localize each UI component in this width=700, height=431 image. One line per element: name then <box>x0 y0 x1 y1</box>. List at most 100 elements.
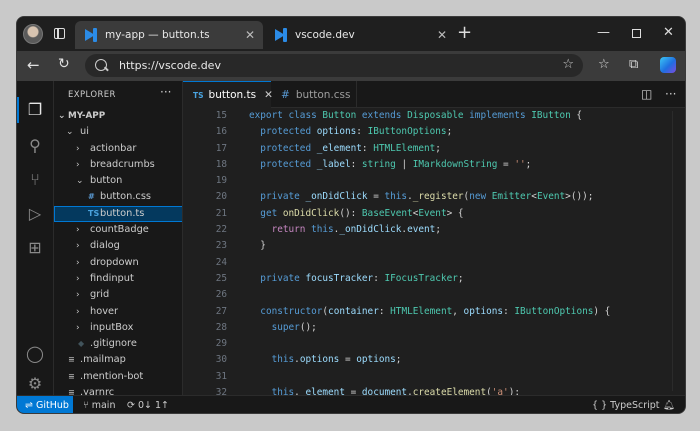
sync-indicator[interactable]: ⟳ 0↓ 1↑ <box>127 396 169 413</box>
editor-tab-button-css[interactable]: # button.css <box>271 81 357 108</box>
branch-indicator[interactable]: ⑂ main <box>83 396 115 413</box>
code-token: options <box>356 354 396 366</box>
profile-avatar[interactable] <box>23 24 43 44</box>
remote-indicator[interactable]: ⇌ GitHub <box>17 396 73 413</box>
code-token: ; <box>457 272 464 284</box>
run-debug-icon[interactable]: ▷ <box>26 205 44 223</box>
browser-tab-my-app[interactable]: my-app — button.ts ✕ <box>75 21 263 49</box>
tree-item-actionbar[interactable]: › actionbar <box>54 141 182 157</box>
explorer-files-icon[interactable]: ❐ <box>26 101 44 119</box>
back-icon[interactable]: ← <box>27 56 40 74</box>
code-line: 20 private _onDidClick = this._register(… <box>183 189 685 205</box>
line-number: 29 <box>215 338 227 350</box>
code-token: | <box>395 158 413 170</box>
address-bar[interactable]: https://vscode.dev ☆ <box>85 54 583 77</box>
tree-item-button-ts[interactable]: TS button.ts <box>54 205 182 223</box>
code-token: protected <box>260 126 317 138</box>
code-token: focusTracker <box>305 272 374 284</box>
code-line: 15 export class Button extends Disposable… <box>183 108 685 124</box>
tree-item-dialog[interactable]: › dialog <box>54 238 182 254</box>
code-token: : <box>361 142 374 154</box>
code-token: constructor <box>260 305 323 317</box>
tree-item-inputbox[interactable]: › inputBox <box>54 320 182 336</box>
tree-root[interactable]: ⌄ MY-APP <box>54 108 182 124</box>
editor-tab-button-ts[interactable]: TS button.ts ✕ <box>183 81 273 108</box>
active-indicator <box>17 97 19 123</box>
code-token: >()); <box>565 191 594 203</box>
tree-item-mention-bot[interactable]: ≡ .mention-bot <box>54 369 182 385</box>
refresh-icon[interactable]: ↻ <box>58 56 70 72</box>
notifications-bell-icon[interactable]: 🔔︎ <box>663 396 675 413</box>
more-actions-icon[interactable]: ··· <box>665 87 676 101</box>
tree-item-label: button <box>90 175 123 187</box>
code-token: options <box>463 305 504 317</box>
close-tab-icon[interactable]: ✕ <box>245 28 255 42</box>
code-token: implements <box>469 110 532 121</box>
code-token: ; <box>446 126 453 138</box>
code-line: 25 private focusTracker: IFocusTracker; <box>183 271 685 287</box>
tree-item-mailmap[interactable]: ≡ .mailmap <box>54 352 182 368</box>
split-editor-icon[interactable]: ◫ <box>641 87 652 101</box>
tree-item-yarnrc[interactable]: ≡ .yarnrc <box>54 385 182 395</box>
source-control-icon[interactable]: ⑂ <box>26 171 44 189</box>
tree-item-label: breadcrumbs <box>90 158 155 170</box>
search-icon[interactable]: ⚲ <box>26 137 44 155</box>
line-number: 31 <box>215 370 227 382</box>
tree-item-dropdown[interactable]: › dropdown <box>54 255 182 271</box>
extensions-icon[interactable]: ⧉ <box>629 57 638 72</box>
tree-item-gitignore[interactable]: ◆ .gitignore <box>54 336 182 352</box>
new-tab-icon[interactable]: + <box>457 24 472 42</box>
account-icon[interactable]: ◯ <box>26 345 44 363</box>
code-text: this._element = document.createElement('… <box>249 385 520 395</box>
code-line: 22 return this._onDidClick.event; <box>183 222 685 238</box>
tree-item-findinput[interactable]: › findinput <box>54 271 182 287</box>
code-token: Event <box>536 191 566 203</box>
code-view[interactable]: 15 export class Button extends Disposable… <box>183 108 685 395</box>
browser-tab-vscode-dev[interactable]: vscode.dev ✕ <box>265 21 455 49</box>
tree-item-hover[interactable]: › hover <box>54 304 182 320</box>
more-actions-icon[interactable]: ··· <box>160 85 171 99</box>
code-token: Emitter <box>491 191 532 203</box>
browser-tab-title: vscode.dev <box>295 29 355 41</box>
line-number: 15 <box>215 110 227 121</box>
maximize-icon[interactable] <box>632 29 641 38</box>
remote-label: GitHub <box>35 400 69 411</box>
minimap-divider <box>672 111 673 391</box>
copilot-icon[interactable] <box>660 57 676 73</box>
line-number: 16 <box>215 126 227 138</box>
code-token: protected <box>260 142 317 154</box>
settings-gear-icon[interactable]: ⚙ <box>26 375 44 393</box>
tab-actions-icon[interactable] <box>54 28 65 39</box>
tree-item-label: button.css <box>100 191 152 203</box>
tree-item-grid[interactable]: › grid <box>54 287 182 303</box>
tree-item-button[interactable]: ⌄ button <box>54 173 182 189</box>
code-line: 16 protected options: IButtonOptions; <box>183 124 685 140</box>
code-token: IButtonOptions <box>514 305 594 317</box>
extensions-icon[interactable]: ⊞ <box>26 239 44 257</box>
code-token: _label <box>316 158 351 170</box>
tree-item-countbadge[interactable]: › countBadge <box>54 222 182 238</box>
tree-item-breadcrumbs[interactable]: › breadcrumbs <box>54 157 182 173</box>
code-token: IMarkdownString <box>412 158 498 170</box>
favorites-icon[interactable]: ☆ <box>598 57 610 72</box>
close-window-icon[interactable]: ✕ <box>663 25 674 40</box>
tree-item-label: .gitignore <box>90 338 137 350</box>
favorite-star-icon[interactable]: ☆ <box>562 57 574 72</box>
remote-icon: ⇌ <box>25 400 36 411</box>
code-token: _element <box>316 142 362 154</box>
tree-item-ui[interactable]: ⌄ ui <box>54 124 182 140</box>
code-token: Disposable <box>407 110 470 121</box>
code-token: '' <box>514 158 526 170</box>
language-mode[interactable]: { } TypeScript <box>592 396 660 413</box>
minimize-icon[interactable]: — <box>597 25 610 40</box>
tree-item-button-css[interactable]: # button.css <box>54 189 182 205</box>
code-line: 27 constructor(container: HTMLElement, o… <box>183 304 685 320</box>
close-tab-icon[interactable]: ✕ <box>437 28 447 42</box>
code-text: private focusTracker: IFocusTracker; <box>249 271 464 287</box>
code-text: protected _element: HTMLElement; <box>249 141 441 157</box>
code-token: : <box>503 305 515 317</box>
line-number: 21 <box>215 207 227 219</box>
